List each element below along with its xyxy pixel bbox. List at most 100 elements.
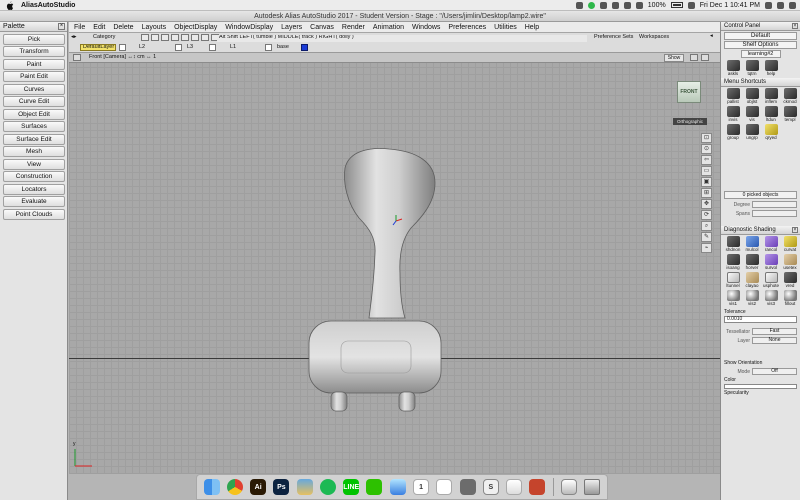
menu-animation[interactable]: Animation [373, 24, 404, 31]
close-icon[interactable]: × [792, 23, 798, 29]
tool-tqtrn-button[interactable]: tqtrn [743, 60, 761, 77]
close-icon[interactable]: × [792, 227, 798, 233]
lamp-head[interactable] [344, 148, 436, 319]
menu-render[interactable]: Render [342, 24, 365, 31]
illustrator-icon[interactable]: Ai [250, 479, 267, 495]
trash-icon[interactable] [584, 479, 601, 495]
layer-select[interactable]: None [752, 337, 797, 344]
menu-utilities[interactable]: Utilities [494, 24, 517, 31]
menu-file[interactable]: File [74, 24, 85, 31]
music-icon[interactable] [506, 479, 523, 495]
list-icon[interactable] [789, 1, 796, 9]
tolerance-field[interactable]: 0.0010 [724, 316, 797, 323]
control-panel-preset-select[interactable]: Default [724, 32, 797, 40]
apple-icon[interactable] [6, 0, 16, 10]
sublime-icon[interactable]: S [482, 479, 499, 495]
layer-l3-visibility[interactable] [209, 44, 216, 51]
palette-surface-edit-button[interactable]: Surface Edit [3, 133, 65, 145]
tool-ckmod-button[interactable]: ckmod [781, 88, 799, 105]
layer-l2[interactable]: L2 [139, 44, 145, 50]
tool-shdnon-button[interactable]: shdnon [724, 236, 742, 253]
orthographic-label[interactable]: Orthographic [673, 118, 707, 125]
tool-group-button[interactable]: group [724, 124, 742, 141]
panel-collapse-icon[interactable]: ◂ [710, 33, 713, 39]
workspaces-label[interactable]: Workspaces [639, 34, 669, 40]
tool-qryed-button[interactable]: qryed [762, 124, 780, 141]
menu-windows[interactable]: Windows [412, 24, 440, 31]
tool-vred-button[interactable]: vred [781, 272, 799, 289]
close-icon[interactable]: × [58, 23, 65, 30]
eyedropper-icon[interactable]: ⌁ [701, 243, 712, 253]
modeling-viewport[interactable]: Front [Camera] ↔↕ cm ↔ 1 Show y FRONT Or… [69, 53, 720, 474]
tool-ltdun-button[interactable]: ltdun [762, 106, 780, 123]
siri-icon[interactable] [777, 1, 784, 9]
palette-curves-button[interactable]: Curves [3, 83, 65, 95]
tool-horver-button[interactable]: horver [743, 254, 761, 271]
menu-delete[interactable]: Delete [113, 24, 133, 31]
previous-view-icon[interactable]: ⇦ [701, 155, 712, 165]
surface-icon[interactable] [171, 34, 179, 41]
tool-curvat-button[interactable]: curvat [781, 236, 799, 253]
menu-shortcuts-header[interactable]: Menu Shortcuts [721, 78, 800, 87]
tool-objlst-button[interactable]: objlst [743, 88, 761, 105]
menu-objectdisplay[interactable]: ObjectDisplay [174, 24, 217, 31]
tool-mulcol-button[interactable]: mulcol [743, 236, 761, 253]
palette-locators-button[interactable]: Locators [3, 183, 65, 195]
palette-pick-button[interactable]: Pick [3, 33, 65, 45]
tool-rancol-button[interactable]: rancol [762, 236, 780, 253]
acrobat-icon[interactable] [436, 479, 453, 495]
view-cube[interactable]: FRONT [677, 81, 701, 103]
layer-arrows-icon[interactable]: ◂▸ [71, 34, 77, 40]
palette-view-button[interactable]: View [3, 158, 65, 170]
tool-inflem-button[interactable]: inflem [762, 88, 780, 105]
palette-surfaces-button[interactable]: Surfaces [3, 121, 65, 132]
layers-icon[interactable] [201, 34, 209, 41]
spans-field[interactable] [752, 210, 797, 217]
menu-windowdisplay[interactable]: WindowDisplay [225, 24, 273, 31]
screen-icon[interactable]: ▭ [701, 166, 712, 176]
line-tray-icon[interactable] [587, 1, 595, 9]
tool-usetex-button[interactable]: usetex [781, 254, 799, 271]
lamp-model[interactable] [69, 53, 720, 474]
palette-paint-edit-button[interactable]: Paint Edit [3, 71, 65, 82]
line-icon[interactable]: LINE [343, 479, 360, 495]
brush-icon[interactable]: ✎ [701, 232, 712, 242]
fit-icon[interactable]: ⊞ [701, 188, 712, 198]
tool-survol-button[interactable]: survol [762, 254, 780, 271]
menu-canvas[interactable]: Canvas [310, 24, 334, 31]
menu-extra-icon[interactable] [599, 1, 607, 9]
tool-vis-button[interactable]: vis [743, 106, 761, 123]
tool-vis3-button[interactable]: vis3 [762, 290, 780, 307]
shelf-tab[interactable]: learning#2 [740, 50, 781, 58]
airplay-icon[interactable] [611, 1, 619, 9]
tool-ltunnel-button[interactable]: ltunnel [724, 272, 742, 289]
messages-icon[interactable] [389, 479, 406, 495]
rotate-icon[interactable] [181, 34, 189, 41]
tool-vis2-button[interactable]: vis2 [743, 290, 761, 307]
layer-base-color[interactable] [301, 44, 308, 51]
tumble-icon[interactable]: ⟳ [701, 210, 712, 220]
chrome-icon[interactable] [226, 479, 243, 495]
tool-clayao-button[interactable]: clayao [743, 272, 761, 289]
palette-curve-edit-button[interactable]: Curve Edit [3, 96, 65, 107]
menu-layers[interactable]: Layers [281, 24, 302, 31]
tool-ungrp-button[interactable]: ungrp [743, 124, 761, 141]
search-icon[interactable] [765, 1, 772, 9]
layer-l2-visibility[interactable] [175, 44, 182, 51]
degree-field[interactable] [752, 201, 797, 208]
layer-base[interactable]: base [277, 44, 289, 50]
tool-pallist-button[interactable]: pallist [724, 88, 742, 105]
palette-construction-button[interactable]: Construction [3, 171, 65, 182]
layer-default[interactable]: DefaultLayer [80, 44, 116, 51]
palette-point-clouds-button[interactable]: Point Clouds [3, 208, 65, 220]
grid-icon[interactable] [141, 34, 149, 41]
menu-help[interactable]: Help [525, 24, 539, 31]
calendar-icon[interactable]: 1 [413, 479, 430, 495]
clock[interactable]: Fri Dec 1 10:41 PM [700, 2, 760, 9]
layer-l1[interactable]: L1 [230, 44, 236, 50]
shelf-options-select[interactable]: Shelf Options [724, 41, 797, 49]
photoshop-icon[interactable]: Ps [273, 479, 290, 495]
spotify-icon[interactable] [319, 479, 336, 495]
tool-vis1-button[interactable]: vis1 [724, 290, 742, 307]
menu-layouts[interactable]: Layouts [142, 24, 167, 31]
